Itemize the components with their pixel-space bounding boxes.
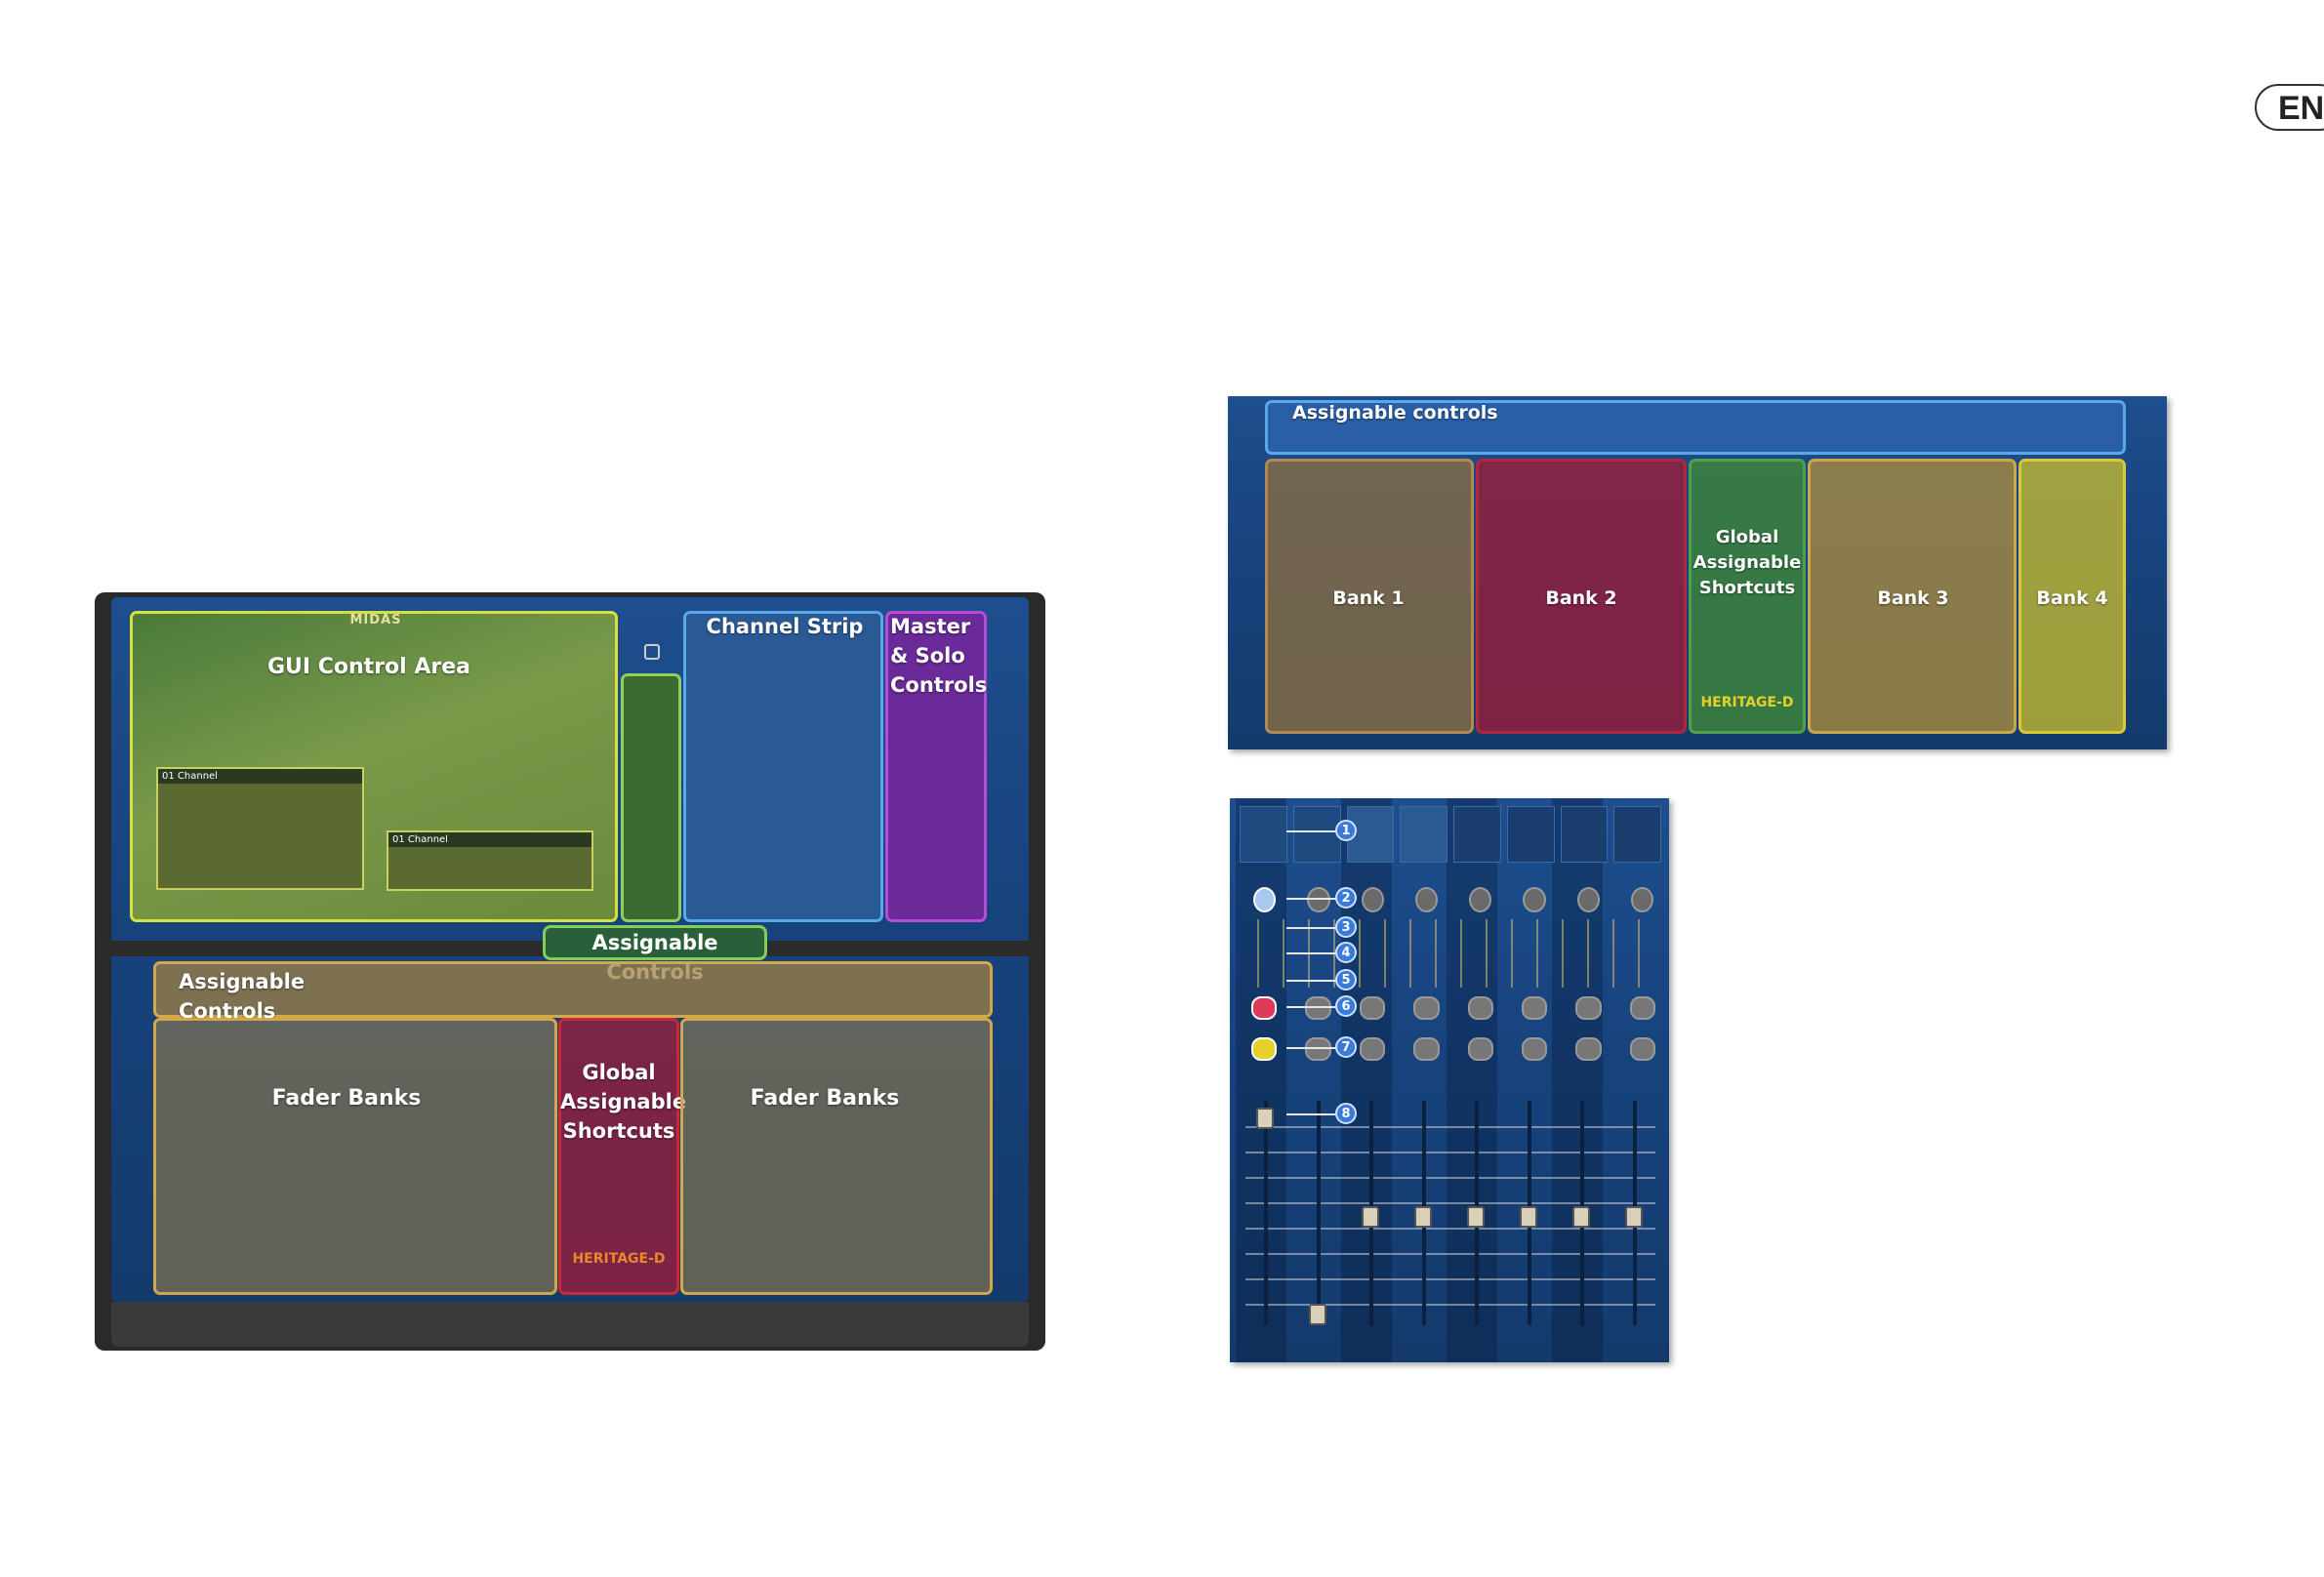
solo-button[interactable] — [1413, 1037, 1440, 1061]
fader-banks-right-zone — [680, 1018, 993, 1295]
master-solo-label: Master & Solo Controls — [890, 613, 988, 700]
mute-button[interactable] — [1467, 996, 1493, 1020]
bank-model-name: HERITAGE-D — [1700, 695, 1794, 710]
callout-1: 1 — [1335, 820, 1357, 841]
select-button[interactable] — [1253, 887, 1277, 912]
gui-screen-right-title: 01 Channel — [388, 832, 591, 847]
fader-banks-left-zone — [153, 1018, 557, 1295]
console-small-control — [644, 644, 660, 660]
fader-cap[interactable] — [1362, 1206, 1379, 1228]
fader-slot — [1317, 1101, 1321, 1325]
assignable-controls-column — [621, 673, 681, 922]
strip-screens-row — [1240, 806, 1661, 863]
bank-global-shortcuts-label: Global Assignable Shortcuts — [1691, 525, 1804, 601]
bank-2-label: Bank 2 — [1545, 587, 1617, 609]
mute-button[interactable] — [1251, 996, 1278, 1020]
bank-4-label: Bank 4 — [2036, 587, 2108, 609]
strip-screen — [1453, 806, 1501, 863]
global-shortcuts-label: Global Assignable Shortcuts — [560, 1059, 687, 1146]
fader-cap[interactable] — [1625, 1206, 1643, 1228]
console-model-name: HERITAGE-D — [572, 1251, 666, 1267]
gui-screen-left: 01 Channel — [156, 767, 364, 890]
callout-7: 7 — [1335, 1036, 1357, 1058]
fader-cap[interactable] — [1256, 1108, 1274, 1129]
mute-button[interactable] — [1305, 996, 1331, 1020]
solo-button[interactable] — [1521, 1037, 1548, 1061]
select-button[interactable] — [1307, 887, 1330, 912]
callout-8: 8 — [1335, 1103, 1357, 1124]
mute-button[interactable] — [1629, 996, 1655, 1020]
bank-3-label: Bank 3 — [1877, 587, 1949, 609]
solo-button[interactable] — [1251, 1037, 1278, 1061]
fader-banks-right-label: Fader Banks — [750, 1086, 900, 1111]
master-solo-line-2: & Solo — [890, 643, 965, 667]
select-button[interactable] — [1469, 887, 1492, 912]
fader-cap[interactable] — [1572, 1206, 1590, 1228]
mute-button[interactable] — [1521, 996, 1548, 1020]
language-badge: EN — [2255, 84, 2324, 131]
gui-screen-right: 01 Channel — [387, 830, 593, 891]
solo-button[interactable] — [1359, 1037, 1386, 1061]
fader-banks-left-label: Fader Banks — [271, 1086, 422, 1111]
bank-global-line-2: Assignable — [1692, 552, 1802, 574]
gui-screen-left-title: 01 Channel — [158, 769, 362, 784]
strip-screen — [1240, 806, 1287, 863]
solo-button[interactable] — [1467, 1037, 1493, 1061]
select-button[interactable] — [1523, 887, 1546, 912]
solo-button[interactable] — [1629, 1037, 1655, 1061]
master-solo-line-1: Master — [890, 615, 971, 638]
callout-5: 5 — [1335, 969, 1357, 991]
strip-screen — [1506, 806, 1555, 863]
master-solo-line-3: Controls — [890, 672, 988, 697]
global-shortcuts-line-2: Assignable — [560, 1089, 687, 1113]
bank-global-line-1: Global — [1715, 527, 1779, 547]
select-button[interactable] — [1414, 887, 1438, 912]
mute-button[interactable] — [1575, 996, 1602, 1020]
solo-button[interactable] — [1305, 1037, 1331, 1061]
strip-screen — [1400, 806, 1447, 863]
fader-slot — [1264, 1101, 1268, 1325]
channel-strip-label: Channel Strip — [706, 615, 864, 638]
strip-screen — [1292, 806, 1341, 863]
channel-strip-zone — [683, 611, 883, 922]
callout-4: 4 — [1335, 942, 1357, 963]
bank-global-line-3: Shortcuts — [1698, 578, 1796, 599]
brand-logo: MIDAS — [349, 613, 402, 627]
strip-screen — [1613, 806, 1661, 863]
callout-3: 3 — [1335, 916, 1357, 938]
strip-screen — [1560, 806, 1609, 863]
bank-1-label: Bank 1 — [1332, 587, 1405, 609]
bank-assignable-controls-label: Assignable controls — [1292, 402, 1498, 424]
fader-cap[interactable] — [1467, 1206, 1485, 1228]
select-button[interactable] — [1630, 887, 1653, 912]
global-shortcuts-line-1: Global — [582, 1061, 656, 1084]
mute-button[interactable] — [1413, 996, 1440, 1020]
gui-control-area-label: GUI Control Area — [266, 655, 470, 679]
console-front-lip — [111, 1302, 1029, 1347]
select-buttons-row — [1253, 887, 1653, 912]
mute-button[interactable] — [1359, 996, 1386, 1020]
fader-scale — [1245, 1103, 1655, 1322]
callout-6: 6 — [1335, 995, 1357, 1017]
select-button[interactable] — [1361, 887, 1384, 912]
global-shortcuts-line-3: Shortcuts — [562, 1118, 675, 1143]
select-button[interactable] — [1576, 887, 1600, 912]
fader-cap[interactable] — [1309, 1304, 1326, 1325]
fader-cap[interactable] — [1520, 1206, 1537, 1228]
callout-2: 2 — [1335, 887, 1357, 909]
fader-cap[interactable] — [1414, 1206, 1432, 1228]
assignable-controls-tag: Assignable Controls — [543, 925, 767, 984]
solo-button[interactable] — [1575, 1037, 1602, 1061]
